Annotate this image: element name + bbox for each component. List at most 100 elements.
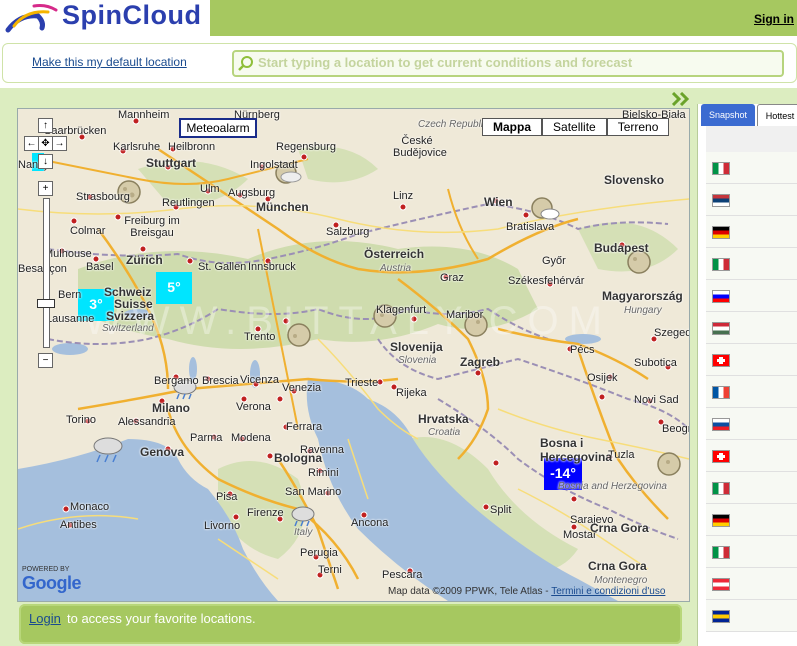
zoom-slider-handle[interactable] [37,299,55,308]
map-type-terreno-button[interactable]: Terreno [606,118,670,136]
city-label: Verona [236,401,271,413]
city-label: Graz [440,272,464,284]
rain-cloud-icon [291,506,315,527]
location-list-item[interactable] [706,472,797,504]
location-list-item[interactable] [706,536,797,568]
city-label: San Marino [285,486,342,498]
country-flag-icon [712,258,730,271]
svg-text:WWW.BITTALY.COM: WWW.BITTALY.COM [84,299,612,343]
city-label: Trento [244,331,276,343]
pan-down-button[interactable]: ↓ [38,154,53,169]
city-label: Linz [393,190,414,202]
zoom-slider-track[interactable] [43,198,50,348]
zoom-in-button[interactable]: + [38,181,53,196]
city-label: Osijek [587,372,618,384]
country-flag-icon [712,514,730,527]
city-label: Szeged [654,327,690,339]
city-label: Strasbourg [76,191,130,203]
city-label: Ravenna [300,444,345,456]
google-logo: POWERED BY Google [22,566,82,594]
city-label: Firenze [247,507,284,519]
pan-left-button[interactable]: ← [24,136,39,151]
city-label: Karlsruhe [113,141,161,153]
country-label: Slovensko [604,173,665,187]
location-list-item[interactable] [706,600,797,632]
country-label: Slovenija [390,340,443,354]
location-list-item[interactable] [706,248,797,280]
city-label: Beograd [662,423,689,435]
city-label: Trieste [345,377,379,389]
location-list-item[interactable] [706,440,797,472]
pan-right-button[interactable]: → [52,136,67,151]
temperature-marker[interactable]: 5° [156,272,192,304]
city-label: Stuttgart [146,156,196,170]
city-label: Colmar [70,225,106,237]
city-label: Rijeka [396,387,427,399]
city-label: Pécs [570,344,595,356]
country-label: Magyarország [602,289,683,303]
city-label: Vicenza [240,374,279,386]
pan-center-button[interactable]: ✥ [38,136,53,151]
location-list-item[interactable] [706,184,797,216]
city-label: Mannheim [118,109,170,121]
country-flag-icon [712,578,730,591]
expand-arrows-icon[interactable] [672,92,690,106]
city-label: Subotica [634,357,677,369]
map-type-satellite-button[interactable]: Satellite [542,118,607,136]
country-label: Hrvatska [418,412,469,426]
city-label: Maribor [446,309,484,321]
pan-up-button[interactable]: ↑ [38,118,53,133]
city-label: Basel [86,261,114,273]
location-list-item[interactable] [706,152,797,184]
copyright-text: Map data ©2009 PPWK, Tele Atlas - [388,586,552,597]
city-label: München [256,200,309,214]
search-icon [238,56,253,71]
sign-in-link[interactable]: Sign in [754,12,794,26]
location-list-item[interactable] [706,344,797,376]
country-flag-icon [712,546,730,559]
weather-map[interactable]: WWW.BITTALY.COM 3° 5° -14° Mannheim Nürn… [17,108,690,602]
map-type-mappa-button[interactable]: Mappa [482,118,543,136]
city-label: Ancona [351,517,389,529]
city-label: Alessandria [118,416,176,428]
terms-link[interactable]: Termini e condizioni d'uso [551,586,665,597]
location-list-item[interactable] [706,280,797,312]
default-location-link[interactable]: Make this my default location [32,55,187,69]
meteoalarm-button[interactable]: Meteoalarm [179,118,257,138]
location-list-item[interactable] [706,312,797,344]
city-label: Bratislava [506,221,555,233]
location-list-item[interactable] [706,568,797,600]
city-label: Salzburg [326,226,370,238]
logo[interactable]: SpinCloud [0,0,210,36]
city-label: Split [490,504,512,516]
country-flag-icon [712,162,730,175]
city-label: Perugia [300,547,338,559]
city-label: Milano [152,401,190,415]
location-list-item[interactable] [706,376,797,408]
map-navigation-control: ↑ ← ✥ → ↓ + − [24,118,67,368]
city-label: Novi Sad [634,394,679,406]
sidebar-header-row [706,126,797,153]
tab-hottest[interactable]: Hottest [757,104,797,128]
city-label: Székesfehérvár [508,275,585,287]
city-label: Freiburg im Breisgau [124,215,180,239]
city-label: Zagreb [460,355,501,369]
location-list-item[interactable] [706,408,797,440]
location-list-item[interactable] [706,504,797,536]
country-flag-icon [712,386,730,399]
location-list-item[interactable] [706,216,797,248]
country-label: Croatia [428,427,461,438]
country-label: Austria [380,263,412,274]
city-label: Budapest [594,241,649,255]
country-flag-icon [712,354,730,367]
tab-snapshot[interactable]: Snapshot [701,104,755,126]
city-label: České Budějovice [393,135,447,159]
cloud-logo-icon [5,4,58,33]
zoom-out-button[interactable]: − [38,353,53,368]
login-link[interactable]: Login [29,611,61,626]
country-label: Bosna i Hercegovina [540,436,613,464]
city-label: Rimini [308,467,339,479]
country-label: Switzerland [102,323,154,334]
moon-icon [657,452,681,476]
city-label: Torino [66,414,96,426]
